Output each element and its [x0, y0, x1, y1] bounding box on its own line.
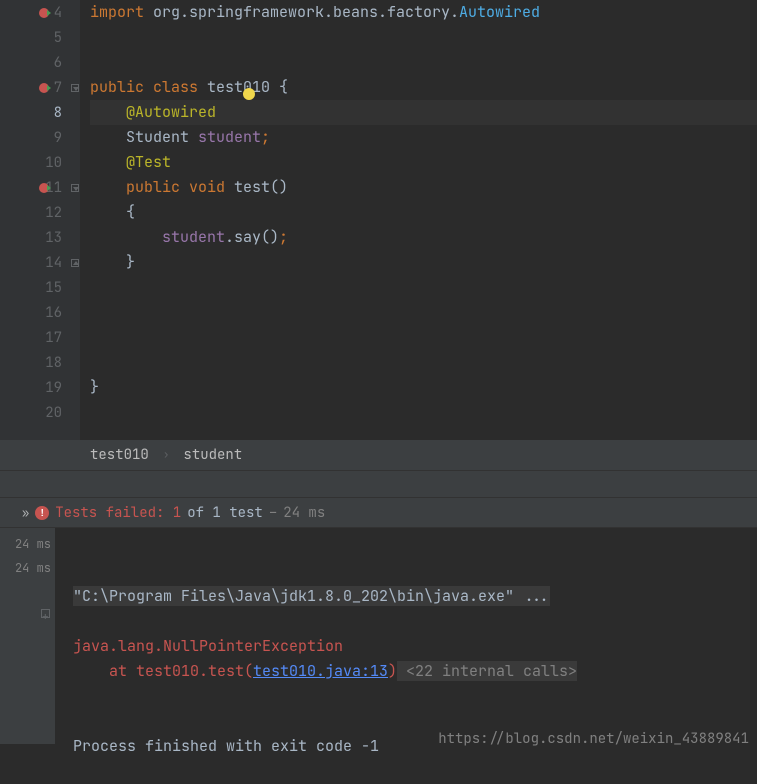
- line-number[interactable]: 4: [0, 0, 80, 25]
- fold-icon[interactable]: [71, 184, 79, 192]
- console-internal-calls[interactable]: <22 internal calls>: [397, 661, 577, 681]
- code-line[interactable]: student.say();: [90, 225, 757, 250]
- editor-code[interactable]: import org.springframework.beans.factory…: [80, 0, 757, 440]
- watermark-text: https://blog.csdn.net/weixin_43889841: [438, 730, 749, 748]
- code-line[interactable]: public class test010 {: [90, 75, 757, 100]
- fold-icon[interactable]: [71, 84, 79, 92]
- line-number[interactable]: 6: [0, 50, 80, 75]
- line-number[interactable]: 14: [0, 250, 80, 275]
- code-line[interactable]: Student student;: [90, 125, 757, 150]
- code-line[interactable]: import org.springframework.beans.factory…: [90, 0, 757, 25]
- output-gutter: 24 ms 24 ms: [0, 528, 55, 744]
- breadcrumb-separator-icon: ›: [163, 448, 170, 462]
- code-line[interactable]: {: [90, 200, 757, 225]
- line-number[interactable]: 16: [0, 300, 80, 325]
- fail-icon: !: [35, 506, 49, 520]
- run-toolbar: [0, 470, 757, 498]
- line-number[interactable]: 5: [0, 25, 80, 50]
- line-number[interactable]: 10: [0, 150, 80, 175]
- console-cmd: "C:\Program Files\Java\jdk1.8.0_202\bin\…: [73, 586, 550, 606]
- line-number[interactable]: 17: [0, 325, 80, 350]
- line-number[interactable]: 7: [0, 75, 80, 100]
- line-number[interactable]: 8: [0, 100, 80, 125]
- breadcrumb-class[interactable]: test010: [90, 446, 149, 464]
- intention-bulb-icon[interactable]: [243, 88, 255, 100]
- breadcrumb: test010 › student: [0, 440, 757, 470]
- test-count-text: of 1 test: [187, 504, 263, 522]
- code-line[interactable]: [90, 325, 757, 350]
- line-number[interactable]: 19: [0, 375, 80, 400]
- code-line[interactable]: [90, 400, 757, 425]
- run-gutter-icon[interactable]: [38, 181, 52, 195]
- console-at: at test010.test(: [73, 661, 253, 681]
- line-number[interactable]: 20: [0, 400, 80, 425]
- expand-chevron-icon[interactable]: »: [22, 505, 29, 521]
- line-number[interactable]: 11: [0, 175, 80, 200]
- code-line[interactable]: public void test(): [90, 175, 757, 200]
- code-line[interactable]: @Test: [90, 150, 757, 175]
- code-line[interactable]: [90, 275, 757, 300]
- code-line[interactable]: [90, 350, 757, 375]
- line-number[interactable]: 9: [0, 125, 80, 150]
- console-exception: java.lang.NullPointerException: [73, 636, 343, 656]
- console-exit: Process finished with exit code -1: [73, 736, 379, 756]
- console-output[interactable]: "C:\Program Files\Java\jdk1.8.0_202\bin\…: [55, 528, 757, 744]
- code-line[interactable]: [90, 50, 757, 75]
- console-source-link[interactable]: test010.java:13: [253, 661, 388, 681]
- tree-time-1[interactable]: 24 ms: [0, 556, 55, 580]
- tree-time-0[interactable]: 24 ms: [0, 532, 55, 556]
- fold-expand-icon[interactable]: [41, 609, 50, 618]
- line-number[interactable]: 15: [0, 275, 80, 300]
- editor-area: 4567891011121314151617181920 import org.…: [0, 0, 757, 440]
- code-line[interactable]: [90, 25, 757, 50]
- editor-gutter: 4567891011121314151617181920: [0, 0, 80, 440]
- test-time-dash: –: [269, 504, 277, 522]
- console-paren: ): [388, 661, 397, 681]
- line-number[interactable]: 12: [0, 200, 80, 225]
- code-line[interactable]: }: [90, 375, 757, 400]
- fold-icon[interactable]: [71, 259, 79, 267]
- test-status-bar: » ! Tests failed: 1 of 1 test – 24 ms: [0, 498, 757, 528]
- code-line[interactable]: }: [90, 250, 757, 275]
- line-number[interactable]: 18: [0, 350, 80, 375]
- test-fail-text: Tests failed: 1: [55, 504, 181, 522]
- breadcrumb-field[interactable]: student: [183, 446, 242, 464]
- test-time-text: 24 ms: [283, 504, 325, 522]
- run-gutter-icon[interactable]: [38, 6, 52, 20]
- code-line[interactable]: [90, 300, 757, 325]
- output-area: 24 ms 24 ms "C:\Program Files\Java\jdk1.…: [0, 528, 757, 744]
- line-number[interactable]: 13: [0, 225, 80, 250]
- code-line[interactable]: @Autowired: [90, 100, 757, 125]
- run-gutter-icon[interactable]: [38, 81, 52, 95]
